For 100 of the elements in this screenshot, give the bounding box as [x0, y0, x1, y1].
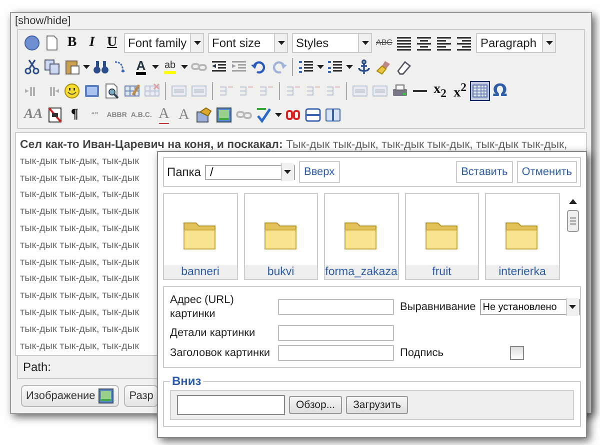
caret-icon	[152, 65, 159, 69]
editor-button[interactable]: Разр	[124, 385, 158, 407]
toolbar-button[interactable]	[470, 81, 490, 101]
cell-icon	[372, 83, 388, 99]
paragraph-line: тык-дык тык-дык, тык-дык	[20, 272, 139, 286]
table-icon	[472, 83, 488, 99]
field-label: Подпись	[400, 346, 445, 360]
paragraph-line: тык-дык тык-дык, тык-дык	[20, 306, 139, 320]
toolbar-dropdown[interactable]: Styles	[292, 33, 372, 53]
caret-icon	[569, 305, 576, 309]
folder-tile[interactable]: interierka	[485, 193, 560, 280]
file-field[interactable]	[177, 395, 285, 415]
toolbar-button[interactable]: U	[102, 33, 122, 53]
toolbar-button[interactable]: ¶	[64, 105, 85, 125]
caret-icon	[181, 65, 188, 69]
scroll-thumb[interactable]	[567, 210, 580, 232]
align-full-icon	[396, 35, 412, 51]
cancel-button[interactable]: Отменить	[516, 161, 577, 183]
copy-icon	[44, 59, 60, 75]
toolbar-button[interactable]: B	[62, 33, 82, 53]
field-label: Заголовок картинки	[170, 346, 272, 360]
scroll-up-icon[interactable]	[569, 199, 578, 204]
rule-icon	[412, 90, 428, 92]
doc-icon	[44, 35, 60, 51]
caret-icon	[278, 41, 284, 45]
paragraph-line: тык-дык тык-дык, тык-дык	[20, 222, 139, 236]
toolbar-button[interactable]: I	[82, 33, 102, 53]
folder-tile[interactable]: banneri	[163, 193, 238, 280]
toolbar-button[interactable]: x$^{2}$	[450, 81, 470, 101]
show-hide-link[interactable]: [show/hide]	[11, 13, 591, 29]
url-field[interactable]	[278, 299, 394, 315]
field-label: Детали картинки	[170, 326, 256, 340]
toolbar-button[interactable]	[214, 105, 234, 125]
smiley-icon	[64, 83, 80, 99]
toolbar-dropdown[interactable]: Paragraph	[476, 33, 556, 53]
insert-button[interactable]: Вставить	[456, 161, 513, 183]
folder-select[interactable]: /	[204, 164, 295, 180]
toolbar-button[interactable]: ABC	[374, 33, 394, 53]
no-break-icon	[46, 107, 63, 123]
toolbar-button[interactable]	[22, 57, 42, 77]
paragraph-line: тык-дык тык-дык, тык-дык	[20, 322, 139, 337]
folder-tile[interactable]: bukvi	[244, 193, 318, 280]
toolbar-button[interactable]	[194, 105, 214, 125]
image-icon	[216, 107, 232, 123]
align-left-icon	[436, 35, 452, 51]
preview-icon	[104, 83, 120, 99]
caption-checkbox[interactable]	[510, 346, 524, 360]
redo-icon	[271, 59, 287, 75]
align-center-icon	[416, 35, 432, 51]
columns-icon	[324, 107, 341, 123]
field-label: Адрес (URL) картинки	[170, 293, 235, 321]
title-field[interactable]	[278, 345, 394, 361]
caret-icon	[194, 41, 200, 45]
toolbar-dropdown[interactable]: Font size	[208, 33, 288, 53]
template-icon	[196, 107, 212, 123]
align-right-icon	[456, 35, 472, 51]
anchor-icon	[356, 59, 372, 75]
eraser-icon	[396, 59, 412, 75]
toolbar-button[interactable]	[42, 57, 62, 77]
caret-icon	[274, 113, 282, 117]
cell-icon	[352, 83, 368, 99]
paste-icon	[64, 59, 80, 75]
toolbar-button[interactable]: Ω	[490, 81, 510, 101]
browse-button[interactable]: Обзор...	[289, 396, 342, 414]
path-label: Path:	[23, 360, 52, 374]
upload-legend: Вниз	[170, 374, 204, 388]
toolbar-button[interactable]	[62, 81, 82, 101]
toolbar-button[interactable]: x$_{2}$	[430, 81, 450, 101]
toolbar-dropdown[interactable]: Font family	[124, 33, 204, 53]
table-delete-icon	[144, 83, 160, 99]
paragraph-line: Сел как-то Иван-Царевич на коня, и поскакал: Тык-дык тык-дык, тык-дык тык-дык, тык-дык тык-дык,	[20, 138, 568, 153]
cell-icon	[191, 83, 207, 99]
row-icon	[171, 83, 187, 99]
layer-icon	[304, 107, 321, 123]
folder-tile[interactable]: forma_zakaza	[324, 193, 398, 280]
align-select[interactable]: Не установлено	[480, 299, 580, 315]
paragraph-line: тык-дык тык-дык, тык-дык	[20, 340, 139, 354]
toolbar-button[interactable]: ab	[160, 57, 180, 77]
up-button[interactable]: Вверх	[298, 161, 340, 183]
field-label: Выравнивание	[400, 300, 476, 314]
caret-icon	[546, 41, 553, 45]
caret-icon	[346, 65, 353, 69]
spell-icon	[256, 107, 272, 123]
caret-icon	[284, 170, 292, 174]
paragraph-line: тык-дык тык-дык, тык-дык	[20, 188, 139, 202]
upload-button[interactable]: Загрузить	[346, 396, 408, 414]
paragraph-line: тык-дык тык-дык, тык-дык	[20, 289, 139, 304]
caret-icon	[317, 65, 324, 69]
paragraph-line: тык-дык тык-дык, тык-дык	[20, 238, 139, 253]
details-field[interactable]	[278, 325, 394, 341]
paragraph-line: тык-дык тык-дык, тык-дык	[20, 172, 139, 186]
print-icon	[392, 83, 408, 99]
media-icon	[84, 83, 100, 99]
undo-icon	[251, 59, 267, 75]
folder-label: Папка	[167, 165, 201, 179]
editor-button[interactable]: Изображение	[21, 385, 120, 407]
toolbar-button[interactable]: A	[131, 57, 151, 77]
caret-icon	[362, 41, 368, 45]
folder-tile[interactable]: fruit	[404, 193, 479, 280]
paragraph-line: тык-дык тык-дык, тык-дык	[20, 205, 139, 220]
